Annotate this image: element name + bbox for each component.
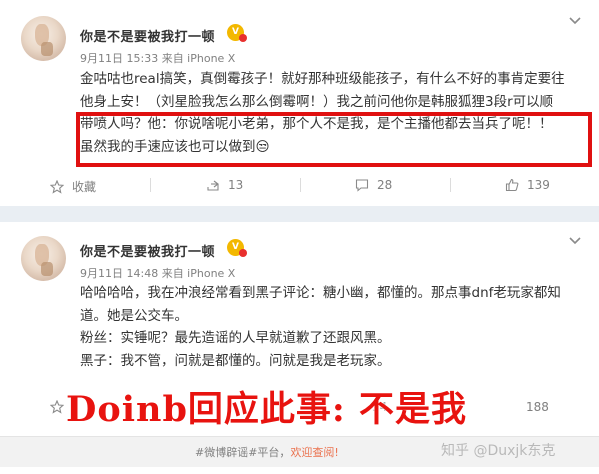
user-avatar[interactable] [21,16,66,61]
post-text-line: 金咕咕也real搞笑，真倒霉孩子！就好那种班级能孩子，有什么不好的事肯定要往 [80,71,565,87]
star-icon [50,179,64,194]
like-button[interactable]: 188 [526,400,549,414]
chevron-down-icon[interactable] [569,14,581,29]
divider [450,178,451,192]
divider [300,178,301,192]
post-text-line: 哈哈哈哈，我在冲浪经常看到黑子评论：糖小幽，都懂的。那点事dnf老玩家都知 [80,285,561,301]
repost-icon [207,180,219,191]
post-text-line: 道。她是公交车。 [80,307,188,324]
thumbs-up-icon [505,178,519,192]
username[interactable]: 你是不是要被我打一顿 [80,26,215,45]
rumor-notice-text: #微博辟谣#平台， [195,446,291,459]
action-bar: 收藏 13 28 139 [0,170,599,200]
post-text: 哈哈哈哈，我在冲浪经常看到黑子评论：糖小幽，都懂的。那点事dnf老玩家都知 道。… [80,282,590,372]
like-count: 188 [526,400,549,414]
star-icon [50,400,64,414]
chevron-down-icon[interactable] [569,234,581,249]
post-separator [0,206,599,222]
post-text-line: 黑子：我不管，问就是都懂的。问就是我是老玩家。 [80,352,391,369]
like-button[interactable]: 139 [505,178,550,192]
user-avatar[interactable] [21,236,66,281]
post-text-line: 他身上安！（刘星脸我怎么那么倒霉啊！）我之前问他你是韩服狐狸3段r可以顺 [80,93,554,110]
weibo-post-1: 你是不是要被我打一顿 V 9月11日 15:33 来自 iPhone X 金咕咕… [0,0,599,206]
overlay-caption: Doinb回应此事: 不是我 [66,389,468,430]
vip-badge-icon: V [227,24,247,42]
post-text-line: 粉丝：实锤呢？最先造谣的人早就道歉了还跟风黑。 [80,330,391,347]
comment-count: 28 [377,178,393,192]
favorite-label: 收藏 [72,180,97,194]
watermark: 知乎 @Duxjk东克 [441,443,556,459]
highlight-box [76,112,592,167]
divider [150,178,151,192]
comment-icon [355,179,369,192]
post-meta: 9月11日 14:48 来自 iPhone X [80,267,236,280]
vip-badge-icon: V [227,239,247,257]
post-meta: 9月11日 15:33 来自 iPhone X [80,52,236,65]
repost-button[interactable]: 13 [206,178,243,192]
rumor-notice-link[interactable]: 欢迎查阅! [290,446,338,459]
comment-button[interactable]: 28 [355,178,392,192]
username[interactable]: 你是不是要被我打一顿 [80,241,215,260]
favorite-button[interactable]: 收藏 [50,178,96,195]
rumor-notice: #微博辟谣#平台，欢迎查阅! [195,444,339,460]
favorite-button[interactable] [50,400,64,414]
repost-count: 13 [228,178,244,192]
like-count: 139 [527,178,550,192]
